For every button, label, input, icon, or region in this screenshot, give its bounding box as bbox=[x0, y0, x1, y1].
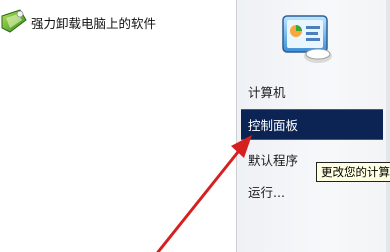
tooltip-text: 更改您的计算 bbox=[321, 165, 390, 179]
menu-item-label: 运行... bbox=[248, 185, 285, 200]
control-panel-icon bbox=[280, 14, 336, 66]
menu-item-label: 控制面板 bbox=[248, 118, 299, 133]
menu-item-computer[interactable]: 计算机 bbox=[241, 77, 383, 108]
uninstall-program-icon bbox=[0, 6, 28, 36]
menu-item-control-panel[interactable]: 控制面板 bbox=[241, 109, 383, 140]
program-item-uninstaller[interactable]: 强力卸载电脑上的软件 bbox=[0, 0, 236, 40]
menu-item-label: 默认程序 bbox=[248, 153, 299, 168]
start-menu-programs-pane: 强力卸载电脑上的软件 bbox=[0, 0, 236, 252]
menu-item-label: 计算机 bbox=[248, 85, 286, 100]
program-label: 强力卸载电脑上的软件 bbox=[31, 16, 157, 31]
pane-edge bbox=[386, 0, 390, 252]
tooltip: 更改您的计算 bbox=[316, 162, 390, 182]
